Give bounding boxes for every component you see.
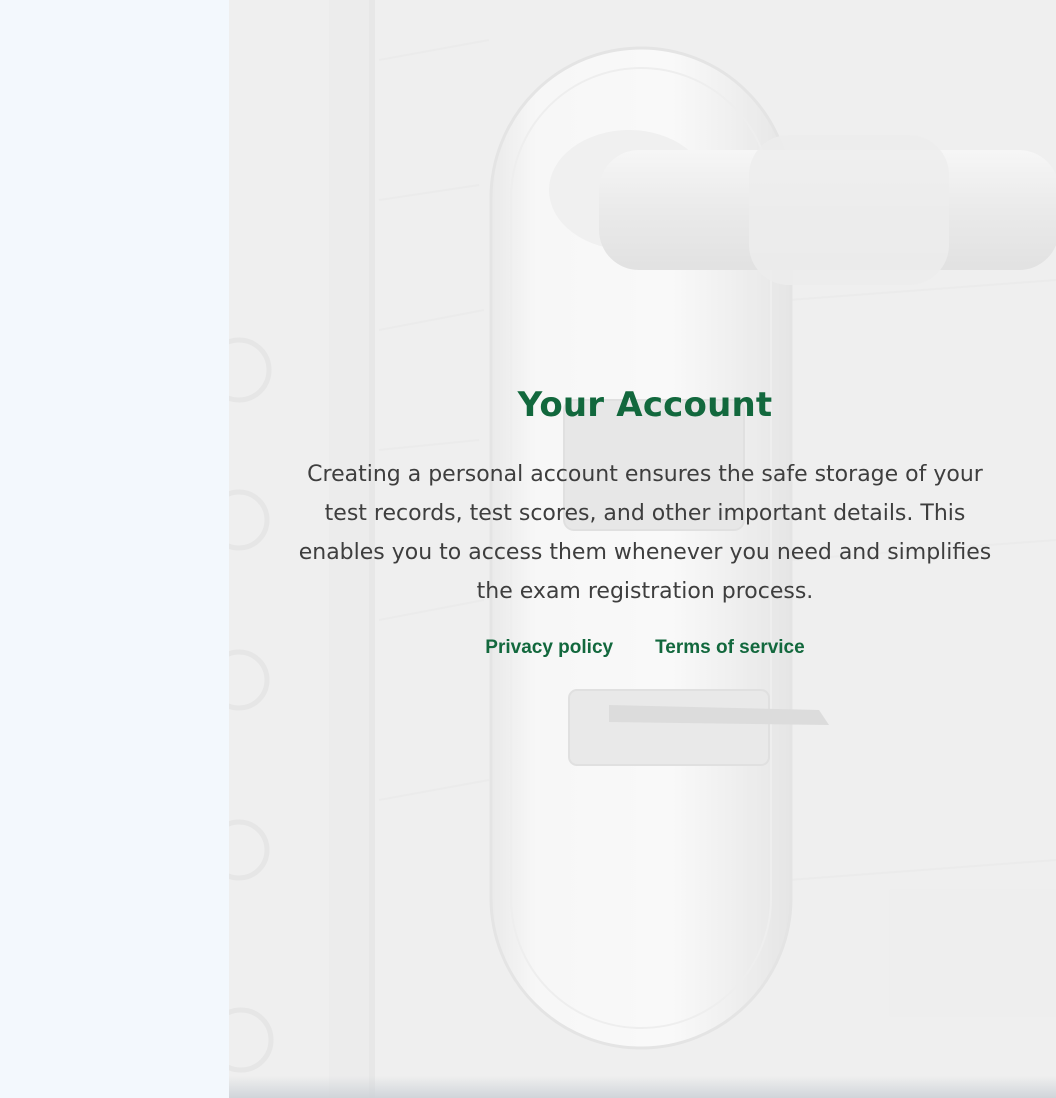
bottom-shadow (229, 1076, 1056, 1098)
page-title: Your Account (517, 385, 773, 425)
account-description: Creating a personal account ensures the … (298, 462, 992, 604)
account-info: Your Account Creating a personal account… (289, 385, 1001, 659)
account-hero-panel: Your Account Creating a personal account… (229, 0, 1056, 1098)
privacy-policy-link[interactable]: Privacy policy (485, 637, 613, 659)
terms-of-service-link[interactable]: Terms of service (655, 637, 805, 659)
left-rail (0, 0, 229, 1098)
legal-links: Privacy policy Terms of service (289, 637, 1001, 659)
